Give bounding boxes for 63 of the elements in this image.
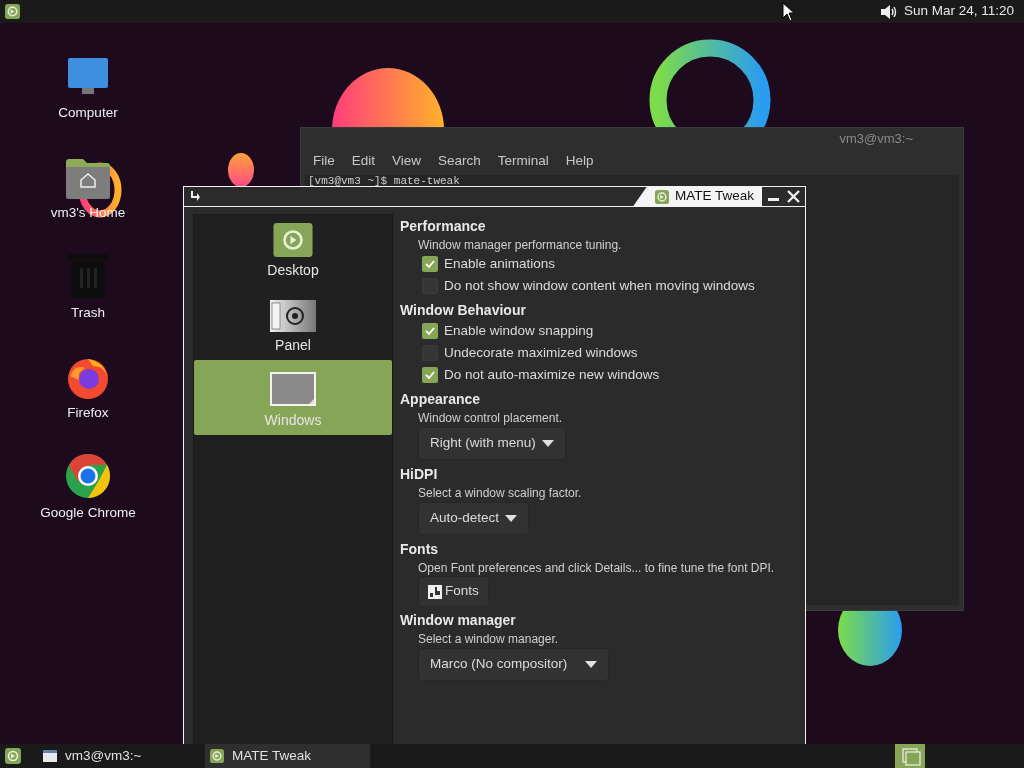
sidebar-item[interactable]: Panel <box>194 285 392 360</box>
mate-logo-icon <box>654 189 669 204</box>
caret-down-icon <box>505 515 518 522</box>
menu-item[interactable]: Edit <box>351 150 376 172</box>
menu-item[interactable]: Search <box>438 150 481 172</box>
caret-down-icon <box>541 440 554 447</box>
section-description: Window control placement. <box>417 410 564 426</box>
window-title: vm3@vm3:~ <box>839 130 913 149</box>
desktop-icon[interactable]: Firefox <box>28 348 148 448</box>
section-title: HiDPI <box>400 465 439 484</box>
desktop-settings-icon <box>270 223 316 257</box>
checkbox-label: Enable window snapping <box>444 321 594 340</box>
terminal-text: [vm3@vm3 ~]$ mate-tweak <box>307 175 461 187</box>
window-settings-icon <box>269 371 317 407</box>
menu-item[interactable]: Terminal <box>497 150 549 172</box>
checkbox-label: Enable animations <box>444 254 556 273</box>
section-title: Performance <box>400 217 487 236</box>
mouse-pointer-icon <box>782 2 795 22</box>
checkbox[interactable] <box>422 256 438 272</box>
menu-item[interactable]: View <box>392 150 422 172</box>
dropdown-button[interactable]: Marco (No compositor) <box>418 648 609 681</box>
workspace-switcher-icon[interactable] <box>895 744 925 768</box>
menu-item[interactable]: Help <box>565 150 594 172</box>
main-menu-icon <box>5 4 20 19</box>
desktop-icon[interactable]: Google Chrome <box>28 448 148 548</box>
clock[interactable]: Sun Mar 24, 11:20 <box>903 1 1014 22</box>
font-icon <box>428 584 442 599</box>
checkbox-label: Do not show window content when moving windows <box>444 276 755 295</box>
trash-icon <box>65 252 111 300</box>
checkbox[interactable] <box>422 367 438 383</box>
home-folder-icon <box>65 158 111 200</box>
menu-icon <box>5 748 21 764</box>
section-title: Fonts <box>400 540 440 559</box>
section-description: Window manager performance tuning. <box>417 237 623 253</box>
section-title: Appearance <box>400 390 482 409</box>
close-icon[interactable] <box>787 190 800 203</box>
window-icon <box>43 750 57 762</box>
mate-logo-icon <box>210 749 224 763</box>
desktop-icon[interactable]: Computer <box>28 48 148 148</box>
section-description: Select a window manager. <box>417 631 560 647</box>
desktop-icon[interactable]: Trash <box>28 248 148 348</box>
checkbox-label: Do not auto-maximize new windows <box>444 365 660 384</box>
dropdown-button[interactable]: Right (with menu) <box>418 427 566 460</box>
checkbox-label: Undecorate maximized windows <box>444 343 638 362</box>
window-title: MATE Tweak <box>674 187 754 206</box>
chrome-browser-icon <box>64 452 112 500</box>
window-menu-icon[interactable] <box>190 191 201 202</box>
taskbar-button[interactable]: MATE Tweak <box>205 744 370 768</box>
checkmark-icon <box>424 369 436 381</box>
checkmark-icon <box>424 325 436 337</box>
sidebar-item[interactable]: Desktop <box>194 223 392 285</box>
speaker-icon[interactable] <box>879 3 898 20</box>
section-title: Window Behaviour <box>400 301 527 320</box>
section-description: Select a window scaling factor. <box>417 485 583 501</box>
checkbox[interactable] <box>422 323 438 339</box>
menu-item[interactable]: File <box>313 150 335 172</box>
checkmark-icon <box>424 258 436 270</box>
section-title: Window manager <box>400 611 517 630</box>
section-description: Open Font preferences and click Details... to fine tune the font DPI. <box>417 560 776 576</box>
dropdown-button[interactable]: Auto-detect <box>418 502 530 535</box>
fonts-button[interactable]: Fonts <box>418 576 489 607</box>
panel-settings-icon <box>270 300 316 332</box>
caret-down-icon <box>585 661 597 668</box>
